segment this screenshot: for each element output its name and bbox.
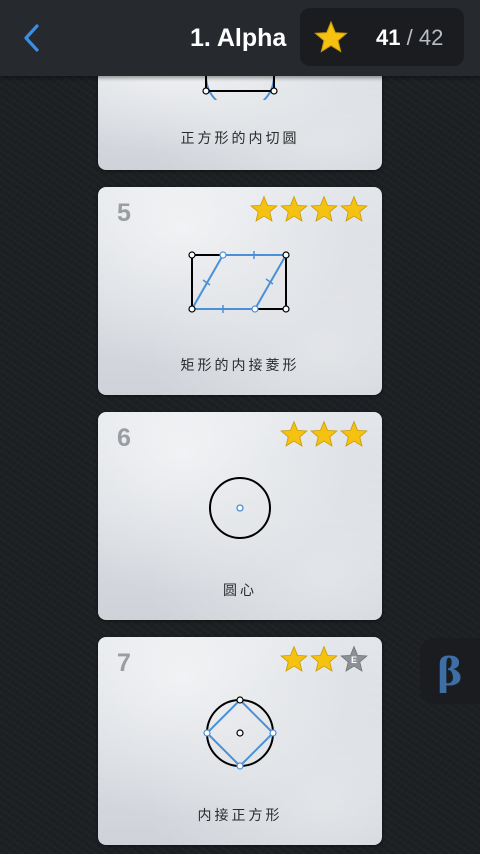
star-rating [280,420,368,448]
level-label: 圆心 [223,583,257,599]
star-icon [314,20,348,53]
score-panel: 41 / 42 [300,8,464,66]
circle-center-figure [209,477,271,539]
level-label: 矩形的内接菱形 [180,358,300,374]
beta-tab-button[interactable]: β [420,638,480,704]
rectangle-rhombus-figure [188,251,290,313]
page-title: 1. Alpha [190,24,287,52]
star-icon [310,195,338,222]
inscribed-square-figure [203,696,277,770]
star-icon [340,195,368,222]
star-icon [340,420,368,447]
star-icon [280,645,308,672]
score-earned: 41 [376,25,401,50]
star-icon [310,420,338,447]
star-rating: E [280,645,368,673]
chevron-left-icon [24,24,39,52]
bonus-badge: E [351,655,357,665]
level-label: 内接正方形 [197,808,283,824]
empty-star-icon: E [340,645,368,672]
level-card-7[interactable]: 7 E 内接正方形 [98,637,382,845]
star-icon [280,195,308,222]
level-card-6[interactable]: 6 圆心 [98,412,382,620]
back-button[interactable] [14,20,50,56]
star-rating [250,195,368,223]
level-number: 5 [117,199,131,227]
score-total: 42 [418,25,444,50]
score-separator: / [400,25,419,50]
star-icon [310,645,338,672]
level-number: 6 [117,424,131,452]
star-icon [250,195,278,222]
star-icon [280,420,308,447]
level-number: 7 [117,649,131,677]
level-label: 正方形的内切圆 [180,131,300,147]
top-bar: 1. Alpha 41 / 42 [0,0,480,76]
score-text: 41 / 42 [376,25,443,51]
level-card-5[interactable]: 5 矩形的内接菱形 [98,187,382,395]
